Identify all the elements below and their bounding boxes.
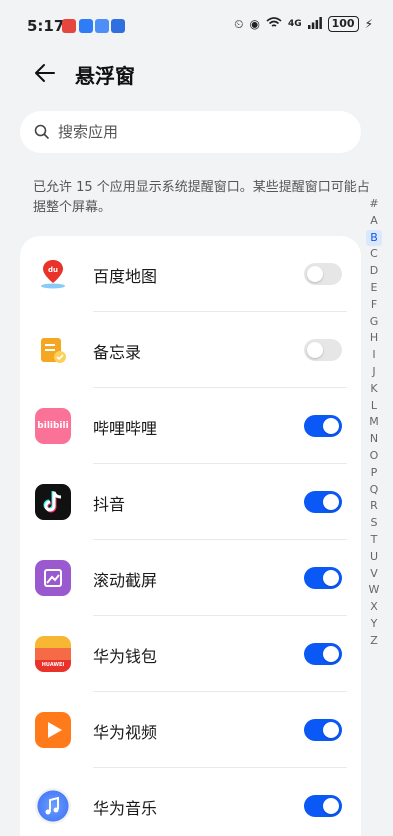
index-letter-n[interactable]: N (366, 431, 382, 448)
eye-comfort-icon: ◉ (249, 17, 260, 31)
app-label: 华为音乐 (93, 799, 158, 818)
index-letter-i[interactable]: I (366, 347, 382, 364)
index-letter-h[interactable]: H (366, 330, 382, 347)
toggle-switch-on[interactable] (304, 795, 342, 817)
index-letter-x[interactable]: X (366, 599, 382, 616)
index-letter-b[interactable]: B (366, 229, 382, 247)
description-text: 已允许 15 个应用显示系统提醒窗口。某些提醒窗口可能占据整个屏幕。 (33, 180, 370, 215)
index-letter-m[interactable]: M (366, 414, 382, 431)
notification-icon-2 (79, 19, 93, 33)
app-label: 备忘录 (93, 343, 142, 362)
app-label: 华为视频 (93, 723, 158, 742)
index-letter-d[interactable]: D (366, 263, 382, 280)
huawei-video-icon (35, 712, 71, 748)
index-letter-z[interactable]: Z (366, 633, 382, 650)
app-row-douyin[interactable]: 抖音 (20, 464, 361, 540)
douyin-icon (35, 484, 71, 520)
battery-level: 100 (327, 16, 359, 32)
signal-icon (307, 16, 322, 32)
index-letter-hash[interactable]: # (366, 196, 382, 213)
index-letter-r[interactable]: R (366, 498, 382, 515)
index-letter-u[interactable]: U (366, 549, 382, 566)
notification-icon-1 (62, 19, 76, 33)
index-letter-o[interactable]: O (366, 448, 382, 465)
status-bar: 5:17 ⏲ ◉ 4G 100 ⚡ (0, 0, 393, 50)
app-row-huawei-wallet[interactable]: HUAWEI 华为钱包 (20, 616, 361, 692)
app-list: du 百度地图 备忘录 bilibili 哔哩哔哩 抖音 滚动截屏 HUAWEI… (20, 236, 361, 836)
wifi-icon (266, 16, 282, 32)
app-label: 抖音 (93, 495, 126, 514)
toggle-switch-off[interactable] (304, 263, 342, 285)
index-letter-w[interactable]: W (366, 582, 382, 599)
index-letter-f[interactable]: F (366, 297, 382, 314)
search-icon (34, 124, 50, 140)
notification-icon-3 (95, 19, 109, 33)
charging-icon: ⚡ (364, 17, 373, 31)
app-row-scroll-screenshot[interactable]: 滚动截屏 (20, 540, 361, 616)
speed-icon: ⏲ (234, 16, 244, 31)
scroll-screenshot-icon (35, 560, 71, 596)
toggle-switch-on[interactable] (304, 567, 342, 589)
toggle-switch-on[interactable] (304, 643, 342, 665)
index-letter-s[interactable]: S (366, 515, 382, 532)
index-letter-k[interactable]: K (366, 381, 382, 398)
index-letter-e[interactable]: E (366, 280, 382, 297)
index-letter-q[interactable]: Q (366, 482, 382, 499)
search-bar[interactable] (20, 111, 361, 153)
index-letter-j[interactable]: J (366, 364, 382, 381)
index-letter-l[interactable]: L (366, 398, 382, 415)
alphabet-index[interactable]: # A B C D E F G H I J K L M N O P Q R S T U V W X Y Z (366, 196, 382, 650)
index-letter-a[interactable]: A (366, 213, 382, 230)
app-label: 百度地图 (93, 267, 158, 286)
notepad-icon (35, 332, 71, 368)
header: 悬浮窗 (0, 52, 393, 96)
app-row-notepad[interactable]: 备忘录 (20, 312, 361, 388)
app-label: 滚动截屏 (93, 571, 158, 590)
app-label: 华为钱包 (93, 647, 158, 666)
huawei-wallet-icon: HUAWEI (35, 636, 71, 672)
index-letter-v[interactable]: V (366, 566, 382, 583)
baidu-map-icon: du (35, 256, 71, 292)
index-letter-y[interactable]: Y (366, 616, 382, 633)
notification-icon-4 (111, 19, 125, 33)
back-arrow-icon[interactable] (32, 60, 58, 86)
index-letter-g[interactable]: G (366, 314, 382, 331)
network-type: 4G (287, 19, 302, 29)
status-time: 5:17 (27, 17, 65, 35)
index-letter-p[interactable]: P (366, 465, 382, 482)
index-letter-t[interactable]: T (366, 532, 382, 549)
bilibili-icon: bilibili (35, 408, 71, 444)
toggle-switch-off[interactable] (304, 339, 342, 361)
page-title: 悬浮窗 (75, 64, 135, 88)
app-row-huawei-video[interactable]: 华为视频 (20, 692, 361, 768)
toggle-switch-on[interactable] (304, 415, 342, 437)
app-row-huawei-music[interactable]: 华为音乐 (20, 768, 361, 836)
app-row-baidu-map[interactable]: du 百度地图 (20, 236, 361, 312)
svg-text:du: du (48, 266, 58, 274)
toggle-switch-on[interactable] (304, 491, 342, 513)
search-input[interactable] (58, 111, 348, 153)
huawei-music-icon (35, 788, 71, 824)
app-label: 哔哩哔哩 (93, 419, 158, 438)
toggle-switch-on[interactable] (304, 719, 342, 741)
app-row-bilibili[interactable]: bilibili 哔哩哔哩 (20, 388, 361, 464)
index-letter-c[interactable]: C (366, 246, 382, 263)
